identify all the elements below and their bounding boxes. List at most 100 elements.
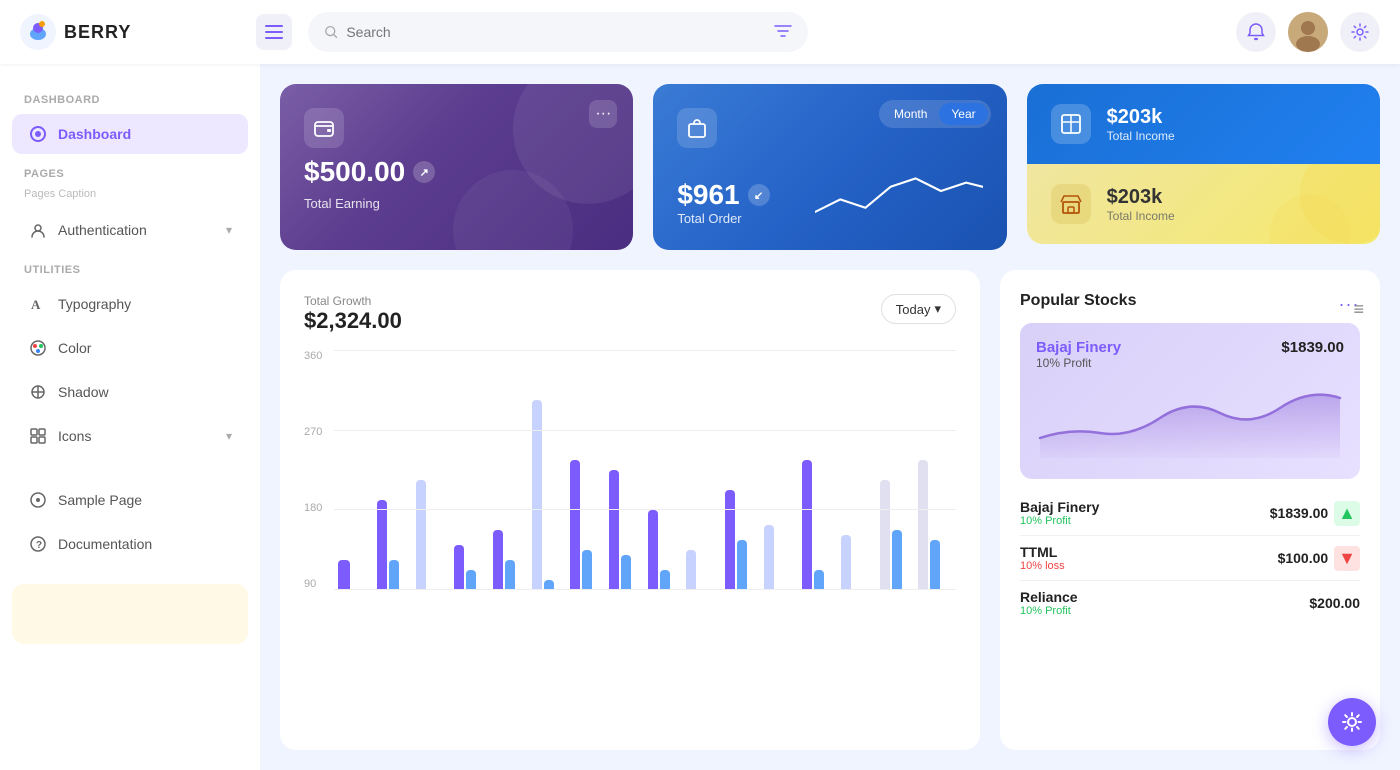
stocks-title: Popular Stocks	[1020, 292, 1136, 310]
header-right	[1236, 12, 1380, 52]
bar-group-4	[454, 545, 488, 590]
fab-gear-icon	[1341, 711, 1363, 733]
bar	[918, 460, 928, 590]
bar	[609, 470, 619, 590]
bar-group-5	[493, 530, 527, 590]
dashboard-section-label: Dashboard	[12, 84, 248, 110]
income-bottom-icon-box	[1051, 184, 1091, 224]
bar	[802, 460, 812, 590]
bar-group-13	[802, 460, 836, 590]
sidebar-item-typography[interactable]: A Typography	[12, 284, 248, 324]
pages-caption: Pages Caption	[12, 188, 248, 206]
auth-chevron-icon: ▾	[226, 223, 232, 237]
bar	[544, 580, 554, 590]
bar	[532, 400, 542, 590]
sidebar-item-authentication[interactable]: Authentication ▾	[12, 210, 248, 250]
bar	[416, 480, 426, 590]
stock-item-bajaj: Bajaj Finery 10% Profit $1839.00 ▲	[1020, 491, 1360, 536]
bar-group-3	[416, 480, 450, 590]
documentation-icon: ?	[28, 534, 48, 554]
bars-container	[334, 350, 956, 590]
bar-group-1	[338, 560, 372, 590]
bar-group-15	[880, 480, 914, 590]
bar	[725, 490, 735, 590]
bar	[841, 535, 851, 590]
stock-price-bajaj: $1839.00	[1270, 505, 1328, 521]
notifications-button[interactable]	[1236, 12, 1276, 52]
earning-card-icon-box	[304, 108, 344, 148]
bar	[764, 525, 774, 590]
chart-amount: $2,324.00	[304, 308, 402, 334]
documentation-item-label: Documentation	[58, 536, 152, 552]
menu-button[interactable]	[256, 14, 292, 50]
sidebar-item-icons[interactable]: Icons ▾	[12, 416, 248, 456]
sidebar-item-shadow[interactable]: Shadow	[12, 372, 248, 412]
bar-group-10	[686, 550, 720, 590]
search-icon	[324, 24, 338, 40]
order-trend-icon: ↙	[748, 184, 770, 206]
income-top-label: Total Income	[1107, 129, 1175, 143]
avatar-image	[1288, 12, 1328, 52]
svg-text:A: A	[31, 297, 41, 312]
year-toggle-btn[interactable]: Year	[939, 103, 987, 125]
stock-price-ttml: $100.00	[1278, 550, 1329, 566]
table-icon	[1060, 113, 1082, 135]
chart-title: Total Growth	[304, 294, 402, 308]
filter-button[interactable]	[774, 23, 792, 42]
user-avatar[interactable]	[1288, 12, 1328, 52]
stock-price-reliance: $200.00	[1309, 595, 1360, 611]
auth-icon	[28, 220, 48, 240]
order-card: Month Year $961 ↙ Total Order	[653, 84, 1006, 250]
bar-group-8	[609, 470, 643, 590]
icons-icon	[28, 426, 48, 446]
bar	[814, 570, 824, 590]
stock-list: Bajaj Finery 10% Profit $1839.00 ▲ TTML …	[1020, 491, 1360, 625]
chart-menu-button[interactable]: ≡	[1353, 299, 1364, 320]
order-card-amount: $961 ↙	[677, 179, 769, 211]
dashboard-item-label: Dashboard	[58, 126, 131, 142]
hamburger-icon	[265, 25, 283, 39]
income-top-card: $203k Total Income	[1027, 84, 1380, 164]
growth-chart-card: Total Growth $2,324.00 ≡ Today ▾ 360	[280, 270, 980, 750]
bottom-row: Total Growth $2,324.00 ≡ Today ▾ 360	[280, 270, 1380, 750]
settings-button[interactable]	[1340, 12, 1380, 52]
chart-header: Total Growth $2,324.00 ≡ Today ▾	[304, 294, 956, 334]
bar	[686, 550, 696, 590]
shadow-icon	[28, 382, 48, 402]
fab-settings-button[interactable]	[1328, 698, 1376, 746]
stock-name-ttml: TTML	[1020, 544, 1065, 560]
earning-card-menu-button[interactable]: ···	[589, 100, 617, 128]
stock-item-ttml: TTML 10% loss $100.00 ▼	[1020, 536, 1360, 581]
app-logo-icon	[20, 14, 56, 50]
y-axis: 360 270 180 90	[304, 350, 326, 590]
bar-group-12	[764, 525, 798, 590]
income-top-icon-box	[1051, 104, 1091, 144]
bar	[880, 480, 890, 590]
stock-item-reliance: Reliance 10% Profit $200.00	[1020, 581, 1360, 625]
income-bottom-card: $203k Total Income	[1027, 164, 1380, 244]
sample-page-icon	[28, 490, 48, 510]
bar-group-16	[918, 460, 952, 590]
color-item-label: Color	[58, 340, 91, 356]
bar	[505, 560, 515, 590]
sidebar-item-sample-page[interactable]: Sample Page	[12, 480, 248, 520]
order-wave-chart	[815, 156, 983, 226]
today-button[interactable]: Today ▾	[881, 294, 956, 324]
income-bottom-amount: $203k	[1107, 186, 1175, 209]
gear-icon	[1351, 23, 1369, 41]
sidebar-item-color[interactable]: Color	[12, 328, 248, 368]
stock-profit-reliance: 10% Profit	[1020, 605, 1078, 617]
featured-stock-profit: 10% Profit	[1036, 356, 1344, 370]
search-input[interactable]	[346, 24, 766, 40]
main-layout: Dashboard Dashboard Pages Pages Caption …	[0, 64, 1400, 770]
logo-area: BERRY	[20, 14, 240, 50]
sidebar-item-dashboard[interactable]: Dashboard	[12, 114, 248, 154]
bar	[493, 530, 503, 590]
stock-name-bajaj: Bajaj Finery	[1020, 499, 1099, 515]
typography-icon: A	[28, 294, 48, 314]
svg-text:?: ?	[36, 540, 42, 551]
month-toggle-btn[interactable]: Month	[882, 103, 939, 125]
sidebar-item-documentation[interactable]: ? Documentation	[12, 524, 248, 564]
bajaj-trend-icon: ▲	[1334, 501, 1360, 526]
shadow-item-label: Shadow	[58, 384, 109, 400]
